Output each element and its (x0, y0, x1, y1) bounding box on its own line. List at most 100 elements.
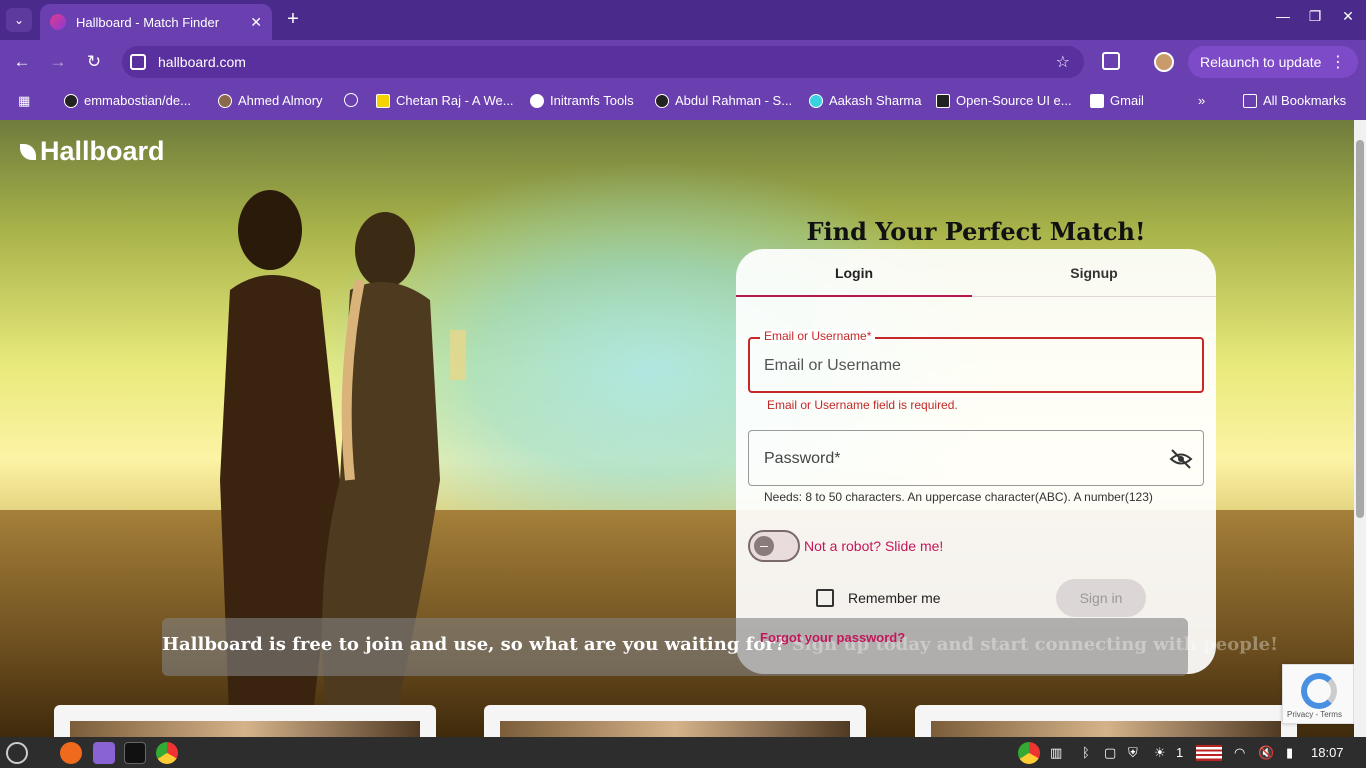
bookmark-item[interactable]: Initramfs Tools (530, 93, 634, 108)
close-tab-icon[interactable]: ✕ (250, 14, 262, 31)
brand-name: Hallboard (40, 136, 165, 166)
site-favicon-icon (50, 14, 66, 30)
start-menu-icon[interactable] (6, 742, 28, 764)
bookmark-item[interactable]: emmabostian/de... (64, 93, 191, 108)
password-field (748, 430, 1204, 486)
bookmark-star-icon[interactable]: ☆ (1056, 52, 1070, 72)
minimize-icon[interactable]: — (1271, 8, 1295, 24)
firefox-icon[interactable] (60, 742, 82, 764)
bookmark-label: Gmail (1110, 93, 1144, 108)
stats-icon[interactable]: ▥ (1050, 745, 1062, 761)
wifi-icon[interactable]: ◠ (1234, 745, 1245, 761)
google-icon (530, 93, 544, 108)
browser-toolbar: ← → ↻ hallboard.com ☆ Relaunch to update… (0, 40, 1366, 84)
profile-card[interactable] (54, 705, 436, 737)
recaptcha-badge[interactable]: Privacy - Terms (1282, 664, 1354, 724)
forward-icon[interactable]: → (46, 50, 70, 74)
recaptcha-icon (1301, 673, 1337, 709)
bookmark-label: Abdul Rahman - S... (675, 93, 793, 108)
hide-password-icon[interactable] (1169, 447, 1193, 471)
bluetooth-icon[interactable]: ᛒ (1082, 745, 1090, 760)
relaunch-button[interactable]: Relaunch to update ⋮ (1188, 46, 1358, 78)
promo-banner: Hallboard is free to join and use, so wh… (162, 618, 1278, 676)
bookmark-item[interactable]: Chetan Raj - A We... (376, 93, 514, 108)
mute-icon[interactable]: 🔇 (1258, 745, 1274, 761)
bookmark-item[interactable]: Aakash Sharma (809, 93, 922, 108)
folder-icon (1243, 93, 1257, 108)
page-viewport: Hallboard Find Your Perfect Match! Login… (0, 120, 1354, 737)
bookmark-label: emmabostian/de... (84, 93, 191, 108)
extensions-icon[interactable] (1102, 52, 1120, 70)
tab-search-icon[interactable]: ⌄ (6, 8, 32, 32)
relaunch-label: Relaunch to update (1200, 54, 1322, 70)
browser-tab[interactable]: Hallboard - Match Finder ✕ (40, 4, 272, 40)
chrome-tray-icon[interactable] (1018, 742, 1040, 764)
robot-slider-label: Not a robot? Slide me! (804, 538, 944, 554)
profile-card[interactable] (484, 705, 866, 737)
avatar-icon (655, 93, 669, 108)
back-icon[interactable]: ← (10, 50, 34, 74)
notifications-icon[interactable]: ☀ (1154, 745, 1166, 761)
bookmark-label: Chetan Raj - A We... (396, 93, 514, 108)
reload-icon[interactable]: ↻ (82, 50, 106, 74)
sign-in-button[interactable]: Sign in (1056, 579, 1146, 617)
clock[interactable]: 18:07 (1311, 745, 1344, 760)
remember-me-label[interactable]: Remember me (848, 590, 941, 606)
profile-card-image (70, 721, 420, 737)
recaptcha-links[interactable]: Privacy - Terms (1287, 710, 1342, 719)
profile-avatar[interactable] (1154, 52, 1174, 72)
globe-icon[interactable] (344, 93, 364, 107)
scrollbar-thumb[interactable] (1356, 140, 1364, 518)
gmail-icon (1090, 93, 1104, 108)
bookmark-label: Initramfs Tools (550, 93, 634, 108)
bookmark-item[interactable]: Gmail (1090, 93, 1144, 108)
email-input[interactable] (764, 353, 1184, 379)
ui-icon (936, 93, 950, 108)
address-bar[interactable]: hallboard.com ☆ (122, 46, 1084, 78)
site-logo[interactable]: Hallboard (20, 136, 165, 167)
profile-card[interactable] (915, 705, 1297, 737)
new-tab-icon[interactable]: + (282, 8, 304, 32)
shield-icon[interactable]: ⛨ (1128, 745, 1138, 761)
bookmarks-bar: ▦ emmabostian/de... Ahmed Almory Chetan … (0, 84, 1366, 120)
maximize-icon[interactable]: ❐ (1303, 8, 1327, 25)
clipboard-icon[interactable]: ▢ (1104, 745, 1116, 761)
promo-text-a: Hallboard is free to join and use, so wh… (162, 634, 786, 655)
globe-icon (344, 93, 358, 107)
remember-me-checkbox[interactable] (816, 589, 834, 607)
email-field: Email or Username* (748, 329, 1204, 393)
more-bookmarks-icon[interactable]: » (1198, 93, 1205, 108)
all-bookmarks-label: All Bookmarks (1263, 93, 1347, 108)
promo-banner-text: Hallboard is free to join and use, so wh… (162, 634, 1278, 655)
apps-grid-icon[interactable]: ▦ (18, 93, 30, 109)
menu-dots-icon[interactable]: ⋮ (1330, 52, 1346, 72)
bookmark-label: Open-Source UI e... (956, 93, 1072, 108)
chrome-icon[interactable] (156, 742, 178, 764)
bookmark-item[interactable]: Ahmed Almory (218, 93, 323, 108)
bookmark-item[interactable]: Open-Source UI e... (936, 93, 1072, 108)
close-window-icon[interactable]: ✕ (1336, 8, 1360, 25)
forgot-password-link[interactable]: Forgot your password? (760, 630, 905, 645)
battery-icon[interactable]: ▮ (1286, 745, 1293, 761)
site-info-icon[interactable] (130, 54, 146, 70)
page-title: Find Your Perfect Match! (806, 217, 1146, 246)
slider-knob-icon[interactable]: – (754, 536, 774, 556)
profile-card-image (500, 721, 850, 737)
robot-slider[interactable]: – (748, 530, 800, 562)
url-text[interactable]: hallboard.com (158, 54, 1056, 70)
page-scrollbar[interactable] (1354, 120, 1366, 737)
folder-icon (376, 93, 390, 108)
tab-login[interactable]: Login (736, 249, 972, 297)
email-error-text: Email or Username field is required. (767, 398, 958, 412)
email-field-label: Email or Username* (760, 329, 876, 343)
all-bookmarks[interactable]: All Bookmarks (1243, 93, 1346, 108)
password-input[interactable] (764, 447, 1144, 471)
terminal-icon[interactable] (124, 742, 146, 764)
keyboard-layout-flag-icon[interactable] (1196, 745, 1222, 761)
bookmark-item[interactable]: Abdul Rahman - S... (655, 93, 792, 108)
tab-signup[interactable]: Signup (972, 249, 1216, 297)
browser-tab-strip: ⌄ Hallboard - Match Finder ✕ + — ❐ ✕ (0, 0, 1366, 40)
notification-count: 1 (1176, 745, 1184, 760)
auth-card: Login Signup Email or Username* Email or… (736, 249, 1216, 674)
files-icon[interactable] (93, 742, 115, 764)
